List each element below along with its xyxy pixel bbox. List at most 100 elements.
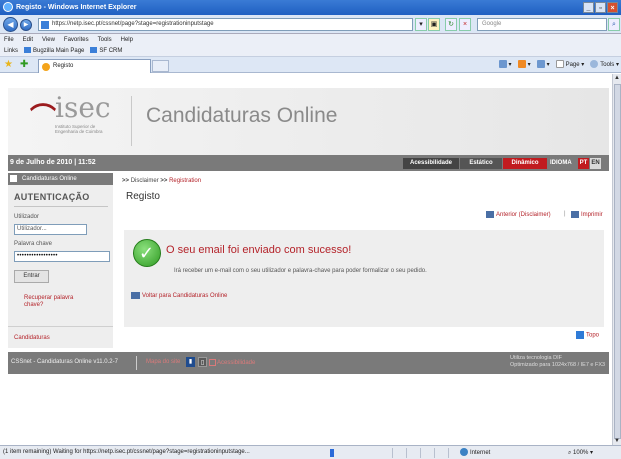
zone-label: Internet	[470, 450, 491, 456]
header-divider	[131, 96, 132, 146]
isec-logo-icon: ⌒	[30, 103, 57, 133]
lock-icon[interactable]: ▣	[428, 18, 440, 31]
feeds-button[interactable]: ▾	[517, 60, 531, 71]
scroll-up-icon[interactable]: ▲	[613, 74, 621, 82]
breadcrumb: >> Disclaimer >> Registration	[122, 178, 201, 184]
top-link-label: Topo	[586, 332, 600, 339]
restore-button[interactable]: ▫	[595, 2, 606, 13]
tab-label: Registo	[53, 63, 74, 69]
tab-registo[interactable]: Registo	[38, 59, 151, 73]
menu-favorites[interactable]: Favorites	[64, 34, 89, 46]
breadcrumb-disclaimer[interactable]: Disclaimer	[131, 178, 159, 184]
minimize-button[interactable]: _	[583, 2, 594, 13]
status-segment	[448, 448, 460, 458]
page-icon	[41, 21, 49, 29]
menu-file[interactable]: File	[4, 34, 14, 46]
sidebar-divider	[8, 326, 113, 327]
link-sf-crm[interactable]: SF CRM	[90, 46, 122, 56]
status-segment	[420, 448, 432, 458]
address-bar: ◀ ▶ https://netp.isec.pt/cssnet/page?sta…	[0, 15, 621, 34]
username-input[interactable]: Utilizador...	[14, 224, 87, 235]
footer-divider	[136, 356, 137, 370]
logo-subtitle: Instituto Superior de Engenharia de Coim…	[55, 124, 103, 134]
static-button[interactable]: Estático	[460, 158, 502, 169]
auth-title: AUTENTICAÇÃO	[14, 192, 90, 202]
back-to-candidaturas-link[interactable]: Voltar para Candidaturas Online	[131, 292, 227, 299]
text-size-icon[interactable]: ▯	[198, 357, 207, 367]
page-icon	[24, 47, 32, 54]
print-button[interactable]: ▾	[536, 60, 550, 71]
page-icon	[90, 47, 98, 54]
sidebar-home-label[interactable]: Candidaturas Online	[22, 174, 77, 184]
link-bugzilla-label: Bugzilla Main Page	[33, 48, 85, 54]
contrast-icon[interactable]: ▮	[186, 357, 195, 367]
links-label: Links	[4, 48, 19, 54]
login-button[interactable]: Entrar	[14, 270, 49, 283]
stop-icon[interactable]: ×	[459, 18, 471, 31]
menu-edit[interactable]: Edit	[23, 34, 33, 46]
search-icon[interactable]: ⌕	[608, 18, 620, 31]
links-bar: Links Bugzilla Main Page SF CRM	[0, 46, 621, 57]
gear-icon	[590, 60, 599, 69]
menu-tools[interactable]: Tools	[98, 34, 112, 46]
page-menu-label: Page	[565, 62, 580, 68]
language-en-button[interactable]: EN	[590, 158, 601, 169]
status-segment	[434, 448, 446, 458]
print-link[interactable]: Imprimir	[571, 211, 603, 218]
page-menu[interactable]: Page ▾	[555, 60, 584, 71]
url-input[interactable]: https://netp.isec.pt/cssnet/page?stage=r…	[38, 18, 413, 31]
username-label: Utilizador	[14, 214, 40, 220]
page-title: Registo	[126, 191, 160, 202]
zoom-level[interactable]: ⌕ 100% ▾	[568, 448, 593, 458]
language-pt-button[interactable]: PT	[578, 158, 589, 169]
back-link-label: Voltar para Candidaturas Online	[142, 293, 228, 300]
password-input[interactable]: •••••••••••••••••	[14, 251, 110, 262]
forward-button[interactable]: ▶	[20, 19, 32, 31]
menu-bar: File Edit View Favorites Tools Help	[0, 34, 621, 46]
tools-menu-label: Tools	[600, 62, 615, 68]
breadcrumb-registration: Registration	[169, 178, 202, 184]
favorites-star-icon[interactable]: ★	[4, 59, 13, 71]
link-separator: |	[564, 211, 566, 217]
scroll-down-icon[interactable]: ▼	[613, 437, 621, 445]
progress-bar	[330, 449, 334, 457]
top-link[interactable]: Topo	[576, 331, 599, 339]
status-segment	[406, 448, 418, 458]
add-favorites-icon[interactable]: ✚	[20, 59, 28, 71]
previous-link[interactable]: Anterior (Disclaimer)	[486, 211, 551, 218]
auth-divider	[14, 206, 108, 207]
print-icon	[536, 60, 545, 69]
version-text: CSSnet - Candidaturas Online v11.0.2-7	[11, 359, 118, 365]
window-titlebar: Registo - Windows Internet Explorer _ ▫ …	[0, 0, 621, 15]
link-bugzilla[interactable]: Bugzilla Main Page	[24, 46, 84, 56]
close-button[interactable]: ×	[607, 2, 618, 13]
loading-icon	[42, 63, 50, 71]
page-viewport: ⌒ isec Instituto Superior de Engenharia …	[0, 74, 612, 445]
footer-accessibility-link[interactable]: Acessibilidade	[209, 359, 255, 366]
dropdown-icon[interactable]: ▾	[415, 18, 427, 31]
language-label: IDIOMA	[550, 160, 572, 166]
search-input[interactable]: Google	[477, 18, 607, 31]
accessibility-button[interactable]: Acessibilidade	[403, 158, 459, 169]
recover-password-link[interactable]: Recuperar palavra chave?	[24, 295, 84, 309]
site-title: Candidaturas Online	[146, 104, 338, 127]
success-body: Irá receber um e-mail com o seu utilizad…	[174, 268, 427, 274]
tech-info: Utiliza tecnologia DIF Optimizado para 1…	[510, 355, 605, 369]
isec-logo: isec	[55, 91, 111, 124]
security-zone[interactable]: Internet	[460, 448, 490, 458]
menu-view[interactable]: View	[42, 34, 55, 46]
page-icon	[555, 60, 564, 69]
candidaturas-link[interactable]: Candidaturas	[14, 335, 50, 341]
new-tab-button[interactable]	[152, 60, 169, 72]
menu-help[interactable]: Help	[121, 34, 133, 46]
tools-menu[interactable]: Tools ▾	[590, 60, 619, 71]
vertical-scrollbar[interactable]: ▲ ▼	[612, 74, 621, 445]
refresh-icon[interactable]: ↻	[445, 18, 457, 31]
dynamic-button[interactable]: Dinâmico	[503, 158, 547, 169]
scroll-thumb[interactable]	[614, 84, 621, 439]
sitemap-link[interactable]: Mapa do site	[146, 359, 180, 365]
home-button[interactable]: ▾	[498, 60, 512, 71]
url-text: https://netp.isec.pt/cssnet/page?stage=r…	[52, 21, 214, 27]
home-icon	[10, 175, 17, 182]
back-button[interactable]: ◀	[3, 17, 18, 32]
